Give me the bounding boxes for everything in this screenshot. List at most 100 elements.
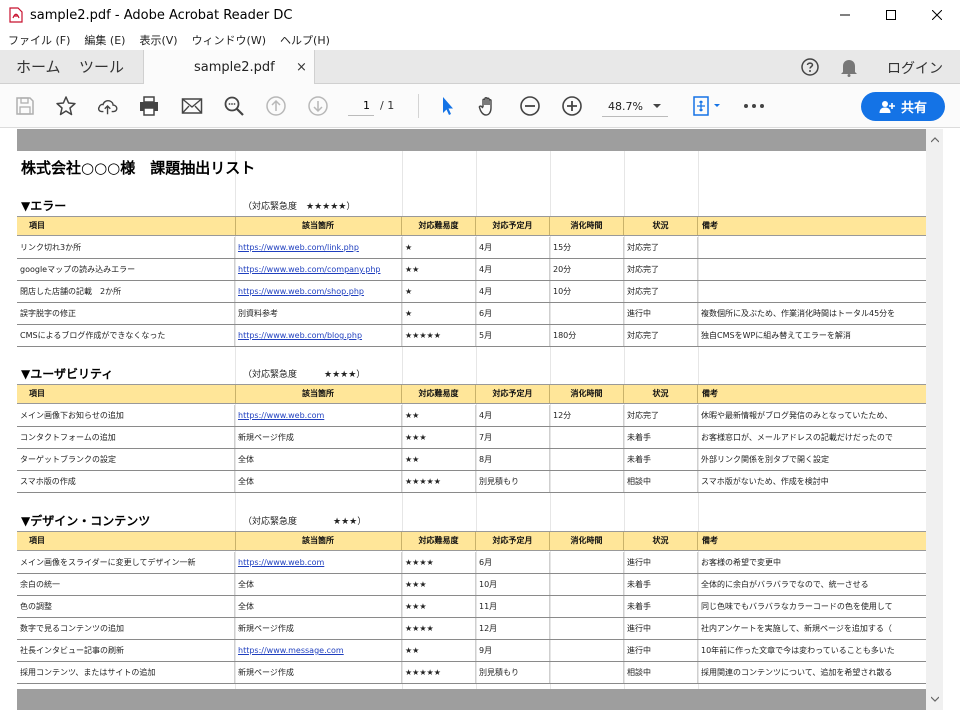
cell-notes: お客様の希望で変更中 bbox=[701, 558, 781, 567]
cell-difficulty: ★★★★★ bbox=[402, 325, 476, 346]
save-icon[interactable] bbox=[14, 95, 36, 117]
cell-difficulty: ★★ bbox=[402, 449, 476, 470]
cell-difficulty: ★★★ bbox=[402, 596, 476, 617]
cell-notes bbox=[698, 259, 926, 280]
cell-status: 未着手 bbox=[624, 449, 698, 470]
cell-planned-month: 別見積もり bbox=[476, 662, 550, 683]
search-zoom-icon[interactable] bbox=[223, 95, 245, 117]
scroll-up-arrow-icon[interactable] bbox=[926, 133, 943, 147]
cell-location[interactable]: https://www.web.com bbox=[235, 552, 402, 573]
menu-edit[interactable]: 編集 (E) bbox=[84, 32, 125, 48]
select-pointer-icon[interactable] bbox=[436, 95, 458, 117]
table-header-row: 項目 該当箇所 対応難易度 対応予定月 消化時間 状況 備考 bbox=[17, 531, 926, 551]
help-icon[interactable] bbox=[801, 58, 819, 80]
tab-home[interactable]: ホーム bbox=[16, 50, 61, 83]
cell-location: 新規ページ作成 bbox=[235, 427, 402, 448]
cell-location: 全体 bbox=[235, 596, 402, 617]
urgency-note: （対応緊急度 ★★★★） bbox=[243, 370, 366, 380]
zoom-in-icon[interactable] bbox=[561, 95, 583, 117]
page-gap-top bbox=[17, 129, 926, 151]
header-separator bbox=[235, 217, 236, 235]
share-button[interactable]: 共有 bbox=[861, 92, 945, 121]
cell-location[interactable]: https://www.message.com bbox=[235, 640, 402, 661]
fit-page-icon[interactable] bbox=[690, 95, 724, 117]
table-row: 誤字脱字の修正 別資料参考 ★ 6月 進行中 複数個所に及ぶため、作業消化時間はトータル4… bbox=[17, 303, 926, 325]
cell-time-spent bbox=[550, 662, 624, 683]
column-header-time-spent: 消化時間 bbox=[550, 532, 624, 550]
acrobat-pdf-icon bbox=[8, 7, 24, 23]
cell-location[interactable]: https://www.web.com/company.php bbox=[235, 259, 402, 280]
maximize-button[interactable] bbox=[868, 0, 914, 30]
minimize-button[interactable] bbox=[822, 0, 868, 30]
cell-location[interactable]: https://www.web.com bbox=[235, 405, 402, 426]
cell-status: 相談中 bbox=[624, 662, 698, 683]
cell-status: 未着手 bbox=[624, 574, 698, 595]
close-window-button[interactable] bbox=[914, 0, 960, 30]
document-viewer[interactable]: 株式会社○○○様 課題抽出リスト ▼エラー （対応緊急度 ★★★★★） 項目 該当箇所… bbox=[0, 129, 960, 710]
title-bar: sample2.pdf - Adobe Acrobat Reader DC bbox=[0, 0, 960, 30]
print-icon[interactable] bbox=[138, 95, 160, 117]
notification-bell-icon[interactable] bbox=[840, 57, 858, 81]
cell-location[interactable]: https://www.web.com/link.php bbox=[235, 237, 402, 258]
cell-difficulty: ★★★★★ bbox=[402, 471, 476, 492]
zoom-out-icon[interactable] bbox=[519, 95, 541, 117]
column-header-notes: 備考 bbox=[702, 536, 718, 545]
cell-status: 未着手 bbox=[624, 596, 698, 617]
chevron-down-icon bbox=[653, 104, 661, 108]
cell-notes: 独自CMSをWPに組み替えてエラーを解消 bbox=[701, 331, 851, 340]
cell-planned-month: 4月 bbox=[476, 259, 550, 280]
cell-difficulty: ★★★★ bbox=[402, 618, 476, 639]
window-title: sample2.pdf - Adobe Acrobat Reader DC bbox=[30, 7, 293, 23]
page-number-input[interactable] bbox=[348, 96, 374, 116]
tab-row: ホーム ツール sample2.pdf × ログイン bbox=[0, 50, 960, 84]
cell-item: 誤字脱字の修正 bbox=[17, 303, 235, 324]
cell-notes: 全体的に余白がバラバラでなので、統一させる bbox=[701, 580, 869, 589]
column-header-item: 項目 bbox=[29, 221, 45, 230]
menu-file[interactable]: ファイル (F) bbox=[8, 32, 70, 48]
cell-location: 全体 bbox=[235, 574, 402, 595]
table-row: コンタクトフォームの追加 新規ページ作成 ★★★ 7月 未着手 お客様窓口が、メールアドレ… bbox=[17, 427, 926, 449]
menu-window[interactable]: ウィンドウ(W) bbox=[192, 32, 266, 48]
cell-location: 別資料参考 bbox=[235, 303, 402, 324]
cell-planned-month: 9月 bbox=[476, 640, 550, 661]
bookmark-star-icon[interactable] bbox=[55, 95, 77, 117]
table-row: 色の調整 全体 ★★★ 11月 未着手 同じ色味でもバラバラなカラーコードの色を使用して bbox=[17, 596, 926, 618]
hand-tool-icon[interactable] bbox=[477, 95, 499, 117]
column-header-location: 該当箇所 bbox=[235, 532, 402, 550]
previous-page-icon[interactable] bbox=[265, 95, 287, 117]
cell-item: 余白の統一 bbox=[17, 574, 235, 595]
cell-difficulty: ★★ bbox=[402, 405, 476, 426]
column-header-status: 状況 bbox=[624, 217, 698, 235]
cell-time-spent: 180分 bbox=[550, 325, 624, 346]
cell-planned-month: 7月 bbox=[476, 427, 550, 448]
cell-location[interactable]: https://www.web.com/blog.php bbox=[235, 325, 402, 346]
table-row: ターゲットブランクの設定 全体 ★★ 8月 未着手 外部リンク関係を別タブで開く設定 bbox=[17, 449, 926, 471]
more-options-icon[interactable] bbox=[743, 95, 765, 117]
tab-document[interactable]: sample2.pdf × bbox=[143, 50, 315, 84]
menu-help[interactable]: ヘルプ(H) bbox=[280, 32, 330, 48]
close-tab-icon[interactable]: × bbox=[296, 60, 307, 75]
cell-planned-month: 5月 bbox=[476, 325, 550, 346]
add-user-icon bbox=[879, 100, 895, 113]
scroll-down-arrow-icon[interactable] bbox=[926, 692, 943, 706]
table-row: スマホ版の作成 全体 ★★★★★ 別見積もり 相談中 スマホ版がないため、作成を検討中 bbox=[17, 471, 926, 493]
cell-notes: 社内アンケートを実施して、新規ページを追加する（ bbox=[701, 624, 892, 633]
cell-notes bbox=[698, 237, 926, 258]
vertical-scrollbar[interactable] bbox=[926, 129, 943, 710]
cell-location[interactable]: https://www.web.com/shop.php bbox=[235, 281, 402, 302]
table-header-row: 項目 該当箇所 対応難易度 対応予定月 消化時間 状況 備考 bbox=[17, 384, 926, 404]
cell-item: 色の調整 bbox=[17, 596, 235, 617]
tab-tools[interactable]: ツール bbox=[79, 50, 124, 83]
next-page-icon[interactable] bbox=[307, 95, 329, 117]
cell-notes: 休暇や最新情報がブログ発信のみとなっていたため、 bbox=[701, 411, 893, 420]
login-link[interactable]: ログイン bbox=[887, 58, 943, 78]
table-row: 数字で見るコンテンツの追加 新規ページ作成 ★★★★ 12月 進行中 社内アンケートを実施… bbox=[17, 618, 926, 640]
table-row: 余白の統一 全体 ★★★ 10月 未着手 全体的に余白がバラバラでなので、統一させる bbox=[17, 574, 926, 596]
cloud-upload-icon[interactable] bbox=[97, 95, 119, 117]
cell-planned-month: 4月 bbox=[476, 237, 550, 258]
email-icon[interactable] bbox=[181, 95, 203, 117]
table-row: 採用コンテンツ、またはサイトの追加 新規ページ作成 ★★★★★ 別見積もり 相談中 採用関… bbox=[17, 662, 926, 684]
zoom-level-value: 48.7% bbox=[608, 99, 643, 113]
menu-view[interactable]: 表示(V) bbox=[139, 32, 177, 48]
zoom-level-select[interactable]: 48.7% bbox=[602, 96, 668, 117]
